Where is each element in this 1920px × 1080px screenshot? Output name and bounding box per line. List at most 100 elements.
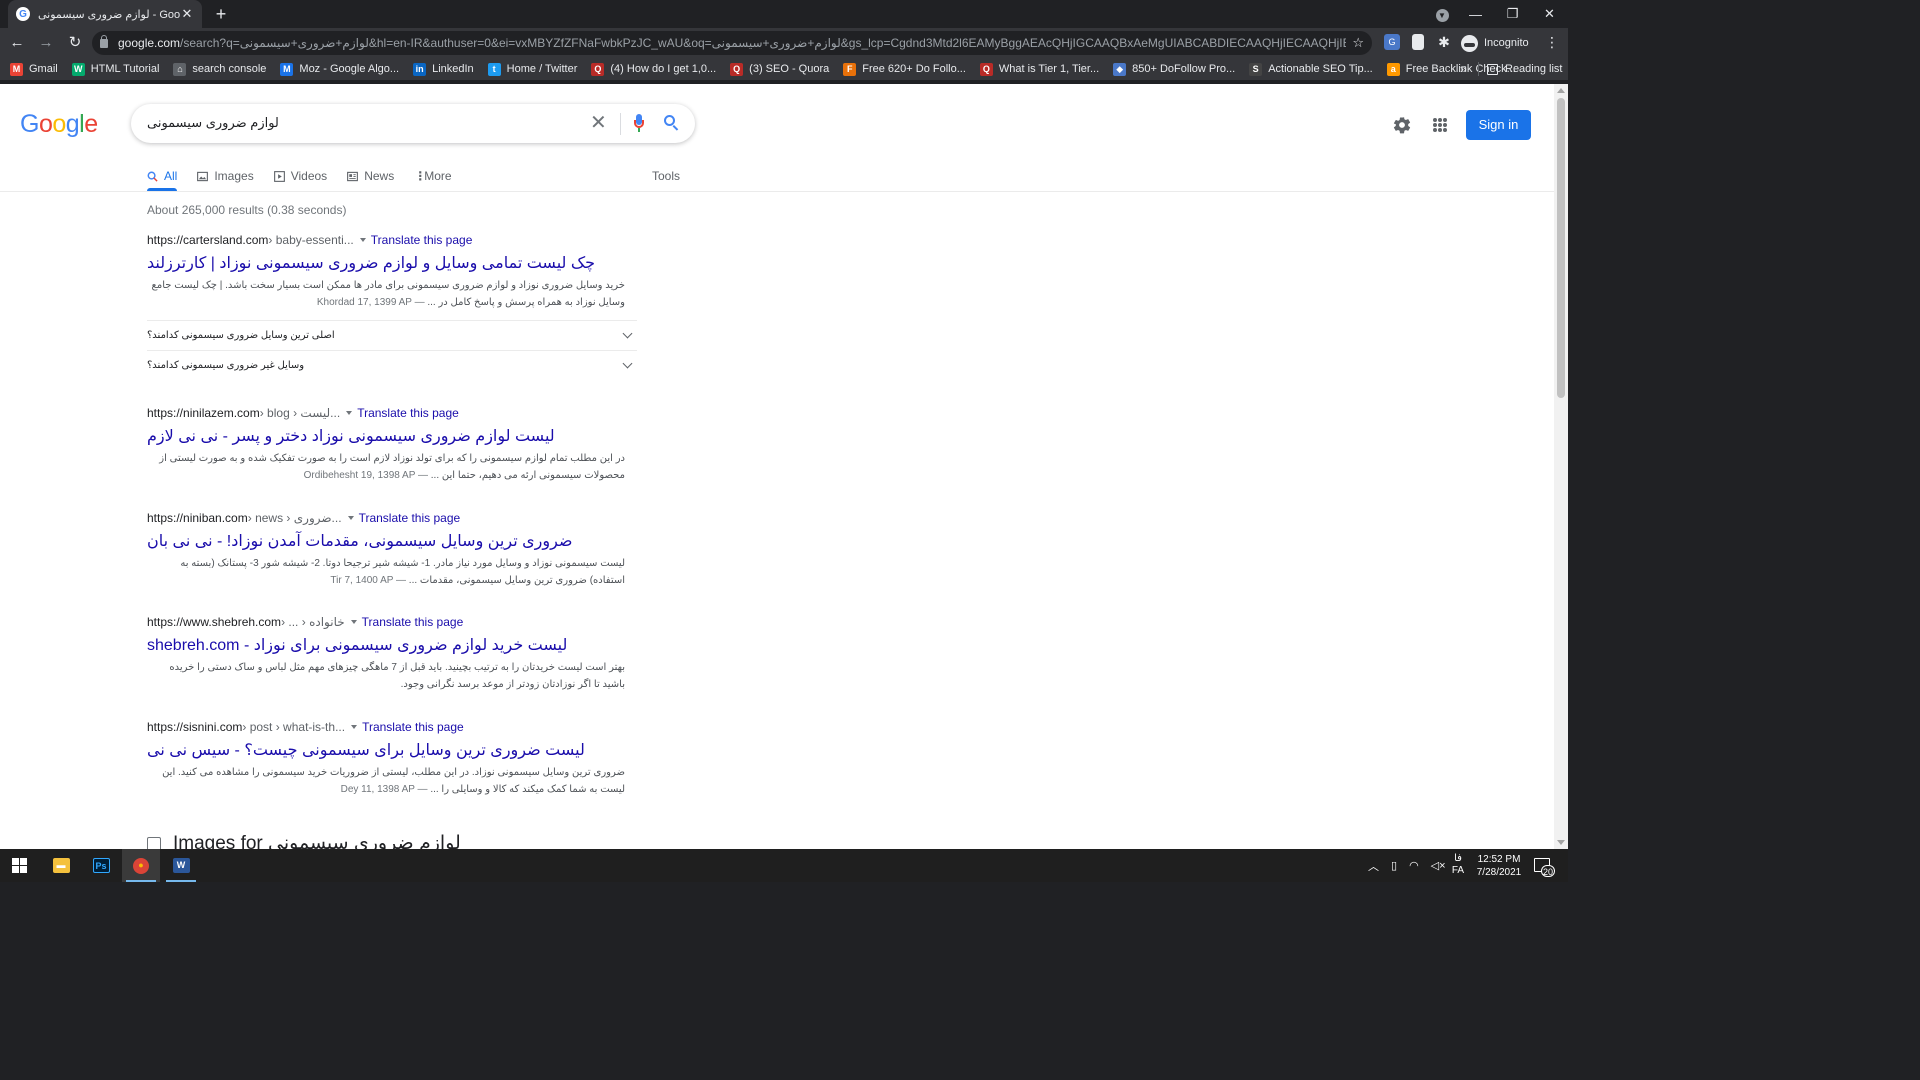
google-logo[interactable]: Google (20, 110, 98, 139)
tab-more[interactable]: ⋮ More (414, 169, 451, 183)
bookmark-item[interactable]: M Moz - Google Algo... (280, 62, 399, 76)
extensions-puzzle-icon[interactable]: ✱ (1436, 34, 1452, 50)
related-question[interactable]: اصلی ترین وسایل ضروری سیسمونی کدامند؟ (147, 320, 637, 350)
tab-close-icon[interactable]: ✕ (180, 6, 194, 22)
tools-button[interactable]: Tools (652, 166, 680, 186)
taskbar-app-button[interactable]: W (162, 849, 200, 882)
search-box[interactable]: لوازم ضروری سیسمونی ✕ (131, 104, 695, 143)
bookmark-item[interactable]: F Free 620+ Do Follo... (843, 62, 966, 76)
related-question[interactable]: وسایل غیر ضروری سیسمونی کدامند؟ (147, 350, 637, 380)
result-options-caret-icon[interactable] (350, 620, 357, 624)
search-input[interactable]: لوازم ضروری سیسمونی (147, 115, 587, 131)
browser-tab[interactable]: G لوازم ضروری سیسمونی - Google Search ✕ (8, 0, 202, 28)
tab-all[interactable]: All (147, 169, 177, 183)
chevron-down-icon[interactable] (622, 358, 633, 369)
translate-page-link[interactable]: Translate this page (362, 720, 464, 734)
reload-icon[interactable]: ↻ (63, 31, 87, 55)
settings-gear-icon[interactable] (1392, 115, 1412, 135)
bookmark-item[interactable]: Q (4) How do I get 1,0... (591, 62, 717, 76)
url-text[interactable]: google.com/search?q=لوازم+ضروری+سیسمونی&… (118, 36, 1346, 50)
result-options-caret-icon[interactable] (351, 725, 358, 729)
result-domain[interactable]: https://sisnini.com (147, 720, 242, 734)
page-scrollbar[interactable] (1554, 84, 1568, 849)
battery-icon[interactable]: ▯ (1391, 859, 1397, 872)
tab-label: Videos (290, 169, 328, 183)
back-arrow-icon[interactable]: ← (5, 31, 29, 55)
search-submit-icon[interactable] (664, 115, 680, 131)
tab-images[interactable]: Images (197, 169, 254, 183)
bookmark-item[interactable]: Q (3) SEO - Quora (730, 62, 829, 76)
translate-page-link[interactable]: Translate this page (357, 406, 459, 420)
google-apps-grid-icon[interactable] (1433, 118, 1447, 132)
result-title-link[interactable]: ضروری ترین وسایل سیسمونی، مقدمات آمدن نو… (147, 531, 637, 551)
bookmark-item[interactable]: ◆ 850+ DoFollow Pro... (1113, 62, 1235, 76)
bookmark-item[interactable]: Q What is Tier 1, Tier... (979, 62, 1099, 76)
bookmark-item[interactable]: ⌂ search console (173, 62, 266, 76)
scrollbar-thumb[interactable] (1557, 98, 1565, 398)
document-extension-icon[interactable] (1412, 34, 1424, 50)
translate-page-link[interactable]: Translate this page (362, 615, 464, 629)
tab-search-down-icon[interactable]: ▼ (1427, 6, 1457, 22)
result-domain[interactable]: https://www.shebreh.com (147, 615, 281, 629)
window-close-icon[interactable]: ✕ (1531, 6, 1568, 22)
bookmark-item[interactable]: M Gmail (10, 62, 58, 76)
forward-arrow-icon[interactable]: → (34, 31, 58, 55)
bookmark-item[interactable]: t Home / Twitter (487, 62, 577, 76)
reading-list-button[interactable]: Reading list (1487, 58, 1562, 80)
bookmark-item[interactable]: W HTML Tutorial (71, 62, 159, 76)
wifi-icon[interactable]: ◠ (1409, 859, 1419, 872)
scroll-up-arrow-icon[interactable] (1557, 88, 1565, 93)
image-icon (197, 171, 209, 181)
taskbar-app-button[interactable]: ● (122, 849, 160, 882)
new-tab-plus-icon[interactable]: + (212, 4, 230, 24)
related-question-text: اصلی ترین وسایل ضروری سیسمونی کدامند؟ (147, 330, 335, 341)
speaker-muted-icon[interactable]: ◁× (1431, 859, 1446, 872)
taskbar-app-button[interactable]: Ps (82, 849, 120, 882)
incognito-profile-button[interactable]: Incognito (1461, 32, 1529, 54)
result-path: › baby-essenti... (268, 233, 354, 247)
result-options-caret-icon[interactable] (347, 516, 354, 520)
result-domain[interactable]: https://cartersland.com (147, 233, 268, 247)
tab-label: News (364, 169, 395, 183)
result-title-link[interactable]: لیست لوازم ضروری سیسمونی نوزاد دختر و پس… (147, 426, 637, 446)
images-for-heading[interactable]: Images for لوازم ضروری سیسمونی (147, 832, 461, 849)
tab-news[interactable]: News (347, 169, 394, 183)
bookmark-item[interactable]: in LinkedIn (413, 62, 474, 76)
more-bookmarks-chevron-icon[interactable]: » (1460, 58, 1467, 80)
result-title-link[interactable]: لیست خرید لوازم ضروری سیسمونی برای نوزاد… (147, 635, 637, 655)
translate-extension-icon[interactable]: G (1384, 34, 1400, 50)
bookmark-item[interactable]: S Actionable SEO Tip... (1249, 62, 1373, 76)
windows-start-icon[interactable] (12, 858, 27, 873)
clear-search-icon[interactable]: ✕ (590, 112, 607, 134)
sign-in-button[interactable]: Sign in (1466, 110, 1531, 140)
voice-search-mic-icon[interactable] (634, 114, 644, 133)
result-title-link[interactable]: لیست ضروری ترین وسایل برای سیسمونی چیست؟… (147, 740, 637, 760)
search-box-divider (620, 113, 621, 135)
lock-icon[interactable] (100, 34, 108, 48)
result-options-caret-icon[interactable] (359, 238, 366, 242)
bookmark-star-icon[interactable]: ☆ (1352, 35, 1364, 51)
minimize-icon[interactable]: — (1457, 7, 1494, 22)
logo-letter: g (65, 110, 80, 138)
chrome-menu-icon[interactable]: ⋮ (1545, 34, 1559, 50)
taskbar-clock[interactable]: 12:52 PM 7/28/2021 (1472, 853, 1526, 879)
restore-icon[interactable]: ❐ (1494, 6, 1531, 22)
tray-overflow-chevron-icon[interactable]: ︿ (1368, 858, 1379, 874)
result-domain[interactable]: https://niniban.com (147, 511, 248, 525)
scroll-down-arrow-icon[interactable] (1557, 840, 1565, 845)
word-icon: W (172, 858, 190, 873)
chevron-down-icon[interactable] (622, 328, 633, 339)
translate-page-link[interactable]: Translate this page (359, 511, 461, 525)
result-stats: About 265,000 results (0.38 seconds) (147, 203, 347, 217)
result-title-link[interactable]: چک لیست تمامی وسایل و لوازم ضروری سیسمون… (147, 253, 637, 273)
result-options-caret-icon[interactable] (346, 411, 353, 415)
address-bar[interactable]: google.com/search?q=لوازم+ضروری+سیسمونی&… (92, 31, 1372, 55)
bookmark-label: (4) How do I get 1,0... (610, 63, 717, 75)
input-language-indicator[interactable]: فا FA (1450, 853, 1466, 877)
result-snippet: لیست سیسمونی نوزاد و وسایل مورد نیاز ماد… (147, 555, 625, 589)
translate-page-link[interactable]: Translate this page (371, 233, 473, 247)
taskbar-app-button[interactable]: ▬ (42, 849, 80, 882)
result-domain[interactable]: https://ninilazem.com (147, 406, 260, 420)
incognito-label: Incognito (1484, 37, 1529, 49)
tab-videos[interactable]: Videos (273, 169, 328, 183)
